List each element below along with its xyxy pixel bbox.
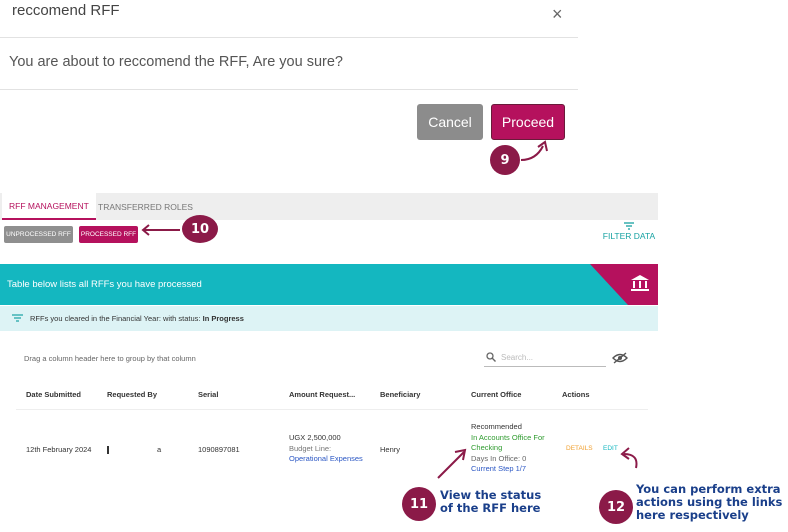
amount-value: UGX 2,500,000	[289, 433, 341, 442]
modal-footer-divider	[0, 89, 578, 90]
cell-requested-by: a	[157, 445, 162, 454]
eye-off-icon[interactable]	[612, 352, 628, 364]
column-header-date[interactable]: Date Submitted	[26, 390, 81, 399]
filter-icon	[12, 314, 23, 322]
group-by-hint: Drag a column header here to group by th…	[24, 354, 196, 363]
arrow-up-right-icon	[437, 448, 467, 479]
column-header-actions: Actions	[562, 390, 590, 399]
annotation-11: View the status of the RFF here	[440, 489, 541, 515]
tab-transferred-roles[interactable]: TRANSFERRED ROLES	[91, 193, 200, 220]
office-status: Recommended	[471, 422, 522, 431]
curved-arrow-icon	[620, 447, 638, 469]
cell-amount: UGX 2,500,000 Budget Line: Operational E…	[289, 433, 363, 465]
days-in-office: Days In Office: 0	[471, 453, 527, 463]
column-header-current-office[interactable]: Current Office	[471, 390, 521, 399]
annotation-11-line2: of the RFF here	[440, 501, 541, 515]
info-prefix: RFFs you cleared in the Financial Year: …	[30, 314, 201, 323]
annotation-12-line3: here respectively	[636, 508, 749, 522]
step-badge-9: 9	[490, 145, 520, 175]
budget-line-value: Operational Expenses	[289, 454, 363, 463]
edit-link[interactable]: EDIT	[603, 445, 618, 452]
arrow-left-icon	[141, 224, 180, 236]
info-status: In Progress	[202, 314, 244, 323]
details-link[interactable]: DETAILS	[566, 445, 593, 452]
close-icon[interactable]: ×	[552, 4, 563, 25]
cancel-button[interactable]: Cancel	[417, 104, 483, 140]
office-location-line2: Checking	[471, 443, 503, 452]
filter-icon	[624, 222, 634, 230]
filter-data-label: FILTER DATA	[602, 231, 656, 241]
header-divider	[16, 409, 648, 410]
column-header-serial[interactable]: Serial	[198, 390, 218, 399]
band-title: Table below lists all RFFs you have proc…	[7, 279, 202, 290]
column-header-beneficiary[interactable]: Beneficiary	[380, 390, 420, 399]
filter-data-button[interactable]: FILTER DATA	[600, 222, 658, 246]
search-placeholder: Search...	[501, 353, 534, 362]
processed-rff-button[interactable]: PROCESSED RFF	[79, 226, 138, 243]
step-badge-11: 11	[402, 487, 436, 521]
redaction-mark	[107, 446, 109, 454]
cell-beneficiary: Henry	[380, 445, 401, 454]
step-badge-12: 12	[599, 490, 633, 524]
bank-icon	[631, 275, 649, 291]
current-step: Current Step 1/7	[471, 464, 527, 473]
cell-serial: 1090897081	[198, 445, 240, 454]
unprocessed-rff-button[interactable]: UNPROCESSED RFF	[4, 226, 73, 243]
modal-message: You are about to reccomend the RFF, Are …	[9, 54, 343, 70]
search-input[interactable]: Search...	[484, 350, 606, 367]
tab-rff-management[interactable]: RFF MANAGEMENT	[2, 193, 96, 220]
budget-line-label: Budget Line:	[289, 443, 332, 453]
search-icon	[486, 352, 496, 362]
annotation-12: You can perform extra actions using the …	[636, 483, 782, 522]
curved-arrow-icon	[520, 140, 548, 161]
column-header-amount[interactable]: Amount Request...	[289, 390, 355, 399]
modal-title: reccomend RFF	[12, 2, 120, 19]
step-badge-10: 10	[182, 215, 218, 243]
office-location-line1: In Accounts Office For	[471, 432, 545, 442]
cell-date: 12th February 2024	[26, 445, 92, 454]
info-text: RFFs you cleared in the Financial Year: …	[30, 314, 244, 323]
cell-current-office: Recommended In Accounts Office For Check…	[471, 422, 545, 475]
modal-header-divider	[0, 37, 578, 38]
proceed-button[interactable]: Proceed	[491, 104, 565, 140]
column-header-requested-by[interactable]: Requested By	[107, 390, 157, 399]
